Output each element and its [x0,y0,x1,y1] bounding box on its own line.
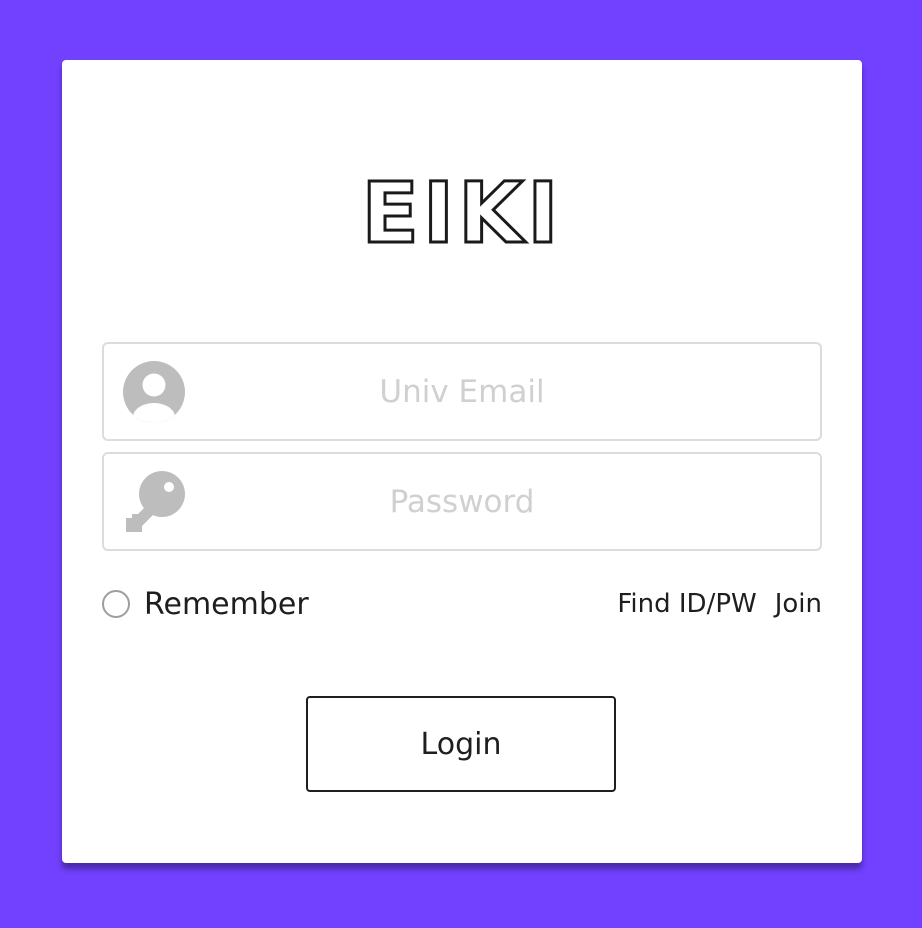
account-links: Find ID/PW Join [617,584,822,624]
login-options: Remember Find ID/PW Join [102,584,822,624]
password-input[interactable] [104,454,820,549]
email-input[interactable] [104,344,820,439]
login-card: EIKI Remember Find ID/PW Join [62,60,862,863]
find-id-pw-link[interactable]: Find ID/PW [617,589,756,619]
logo: EIKI [360,164,563,262]
remember-radio[interactable] [102,590,130,618]
remember-label: Remember [144,586,309,622]
password-field[interactable] [102,452,822,551]
remember-toggle[interactable]: Remember [102,584,309,624]
email-field[interactable] [102,342,822,441]
join-link[interactable]: Join [775,589,822,619]
login-button[interactable]: Login [306,696,616,792]
